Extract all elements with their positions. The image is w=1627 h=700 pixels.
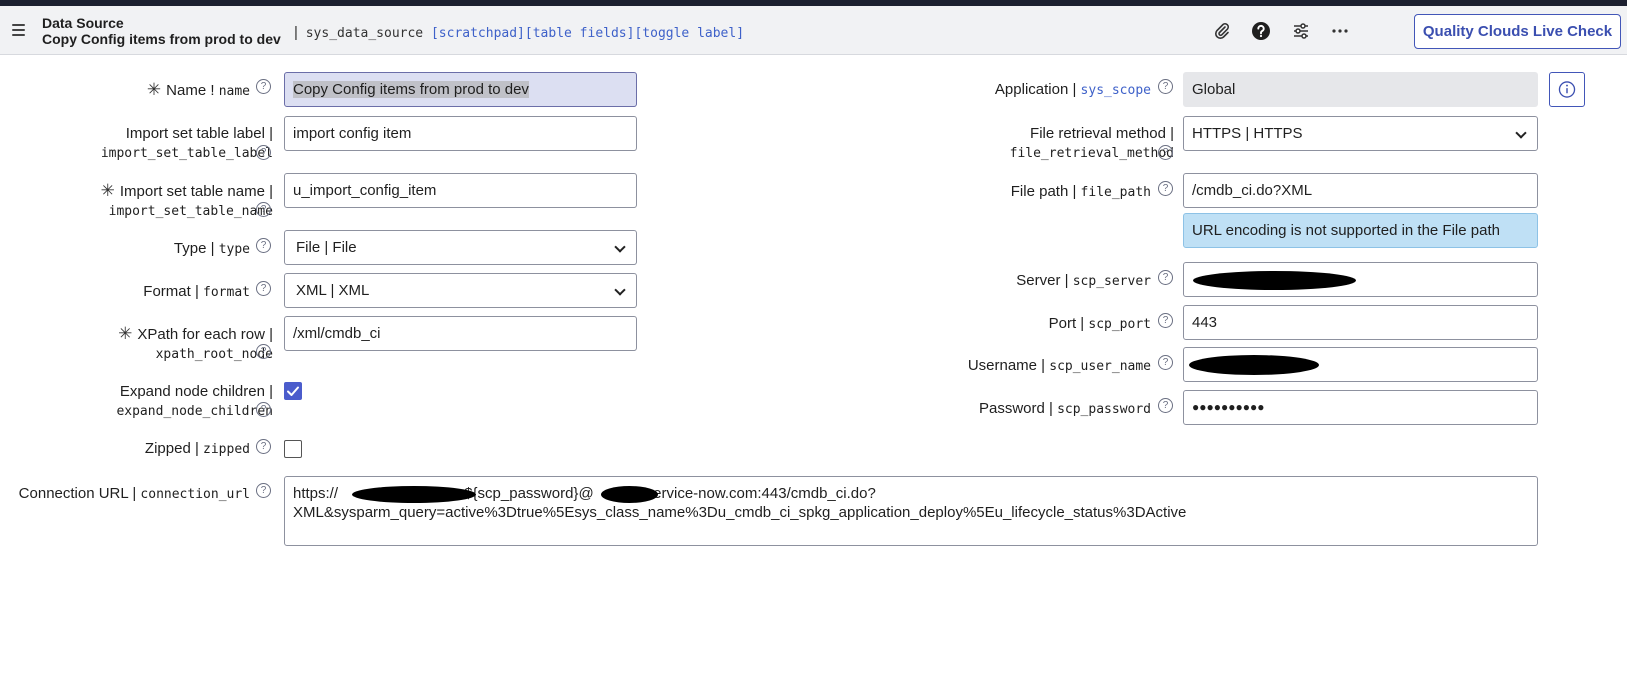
file-path-label: File path | file_path (1010, 183, 1151, 200)
username-help-icon[interactable]: ? (1158, 355, 1173, 370)
scratchpad-link[interactable]: [scratchpad] (431, 26, 525, 41)
xpath-field[interactable]: /xml/cmdb_ci (284, 316, 637, 351)
question-circle-icon[interactable] (1251, 21, 1271, 41)
import-name-field[interactable]: u_import_config_item (284, 173, 637, 208)
import-label-field[interactable]: import config item (284, 116, 637, 151)
paperclip-icon[interactable] (1212, 21, 1232, 41)
application-label: Application | sys_scope (994, 81, 1151, 98)
connection-url-label: Connection URL | connection_url (18, 485, 250, 502)
table-separator: | (294, 24, 298, 41)
quality-clouds-button[interactable]: Quality Clouds Live Check (1414, 14, 1621, 49)
application-field: Global (1183, 72, 1538, 107)
username-label: Username | scp_user_name (967, 357, 1151, 374)
menu-icon[interactable] (12, 24, 25, 36)
table-fields-link[interactable]: [table fields] (525, 26, 635, 41)
format-select[interactable]: XML | XML (284, 273, 637, 308)
zipped-label: Zipped | zipped (144, 440, 250, 457)
redaction-mark (352, 486, 476, 503)
import-label-label: Import set table label | import_set_tabl… (100, 125, 273, 161)
password-help-icon[interactable]: ? (1158, 398, 1173, 413)
server-help-icon[interactable]: ? (1158, 270, 1173, 285)
retrieval-help-icon[interactable]: ? (1158, 145, 1173, 160)
xpath-help-icon[interactable]: ? (256, 344, 271, 359)
xpath-label: ✳ XPath for each row | xpath_root_node (118, 324, 273, 362)
ellipsis-icon[interactable] (1330, 21, 1350, 41)
toggle-label-link[interactable]: [toggle label] (634, 26, 744, 41)
record-title: Copy Config items from prod to dev (42, 31, 281, 47)
name-field[interactable]: Copy Config items from prod to dev (284, 72, 637, 107)
application-help-icon[interactable]: ? (1158, 79, 1173, 94)
type-select[interactable]: File | File (284, 230, 637, 265)
sliders-icon[interactable] (1291, 21, 1311, 41)
connection-url-textarea[interactable]: https://:${scp_password}@ service-now.com… (284, 476, 1538, 546)
file-path-note: URL encoding is not supported in the Fil… (1183, 213, 1538, 248)
server-label: Server | scp_server (1016, 272, 1151, 289)
port-label: Port | scp_port (1048, 315, 1151, 332)
retrieval-label: File retrieval method | file_retrieval_m… (1009, 125, 1174, 161)
format-help-icon[interactable]: ? (256, 281, 271, 296)
file-path-field[interactable]: /cmdb_ci.do?XML (1183, 173, 1538, 208)
port-help-icon[interactable]: ? (1158, 313, 1173, 328)
table-name: sys_data_source (305, 26, 424, 41)
zipped-checkbox[interactable] (284, 440, 302, 458)
password-label: Password | scp_password (978, 400, 1151, 417)
type-help-icon[interactable]: ? (256, 238, 271, 253)
zipped-help-icon[interactable]: ? (256, 439, 271, 454)
form-header: Data Source Copy Config items from prod … (0, 6, 1627, 55)
expand-help-icon[interactable]: ? (256, 402, 271, 417)
name-help-icon[interactable]: ? (256, 79, 271, 94)
expand-label: Expand node children | expand_node_child… (116, 383, 273, 419)
import-name-help-icon[interactable]: ? (256, 202, 271, 217)
port-field[interactable]: 443 (1183, 305, 1538, 340)
record-kind: Data Source (42, 15, 124, 31)
password-field[interactable]: ●●●●●●●●●● (1183, 390, 1538, 425)
redaction-mark (601, 486, 658, 503)
expand-checkbox[interactable] (284, 382, 302, 400)
retrieval-select[interactable]: HTTPS | HTTPS (1183, 116, 1538, 151)
file-path-help-icon[interactable]: ? (1158, 181, 1173, 196)
type-label: Type | type (173, 240, 250, 257)
name-label: ✳ Name ! name (146, 80, 250, 99)
connection-url-help-icon[interactable]: ? (256, 483, 271, 498)
table-info: | sys_data_source [scratchpad][table fie… (294, 24, 744, 41)
import-label-help-icon[interactable]: ? (256, 145, 271, 160)
redaction-mark (1193, 271, 1356, 290)
info-circle-icon[interactable] (1549, 72, 1585, 107)
redaction-mark (1189, 355, 1319, 375)
import-name-label: ✳ Import set table name | import_set_tabl… (100, 181, 273, 219)
format-label: Format | format (143, 283, 250, 300)
